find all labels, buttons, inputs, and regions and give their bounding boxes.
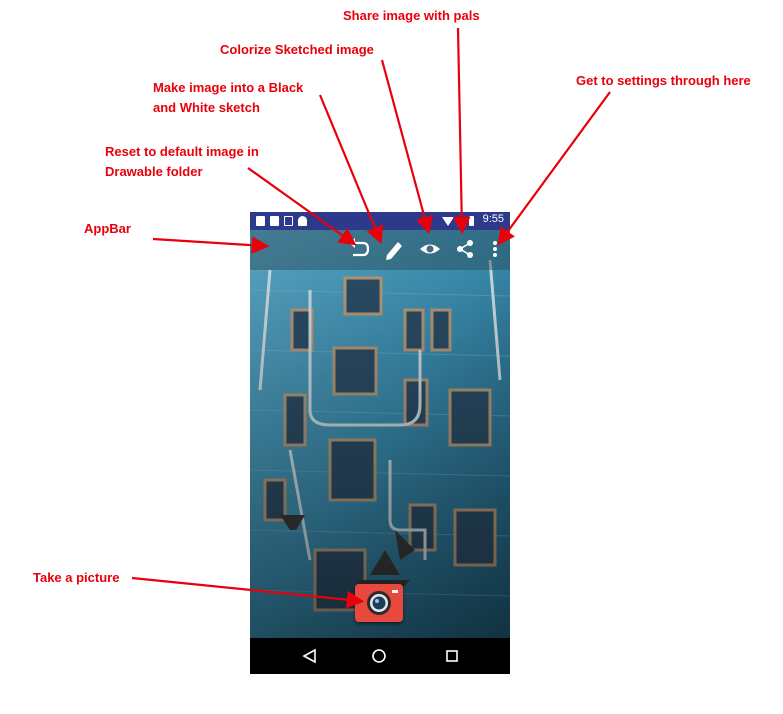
annotation-arrows [131,27,611,609]
arrow-sketch [318,94,384,245]
arrow-take-picture [131,576,365,609]
arrow-share [452,27,471,235]
arrow-settings [497,91,611,246]
arrow-reset [247,167,357,246]
arrow-colorize [380,59,434,235]
arrow-appbar [152,236,270,254]
